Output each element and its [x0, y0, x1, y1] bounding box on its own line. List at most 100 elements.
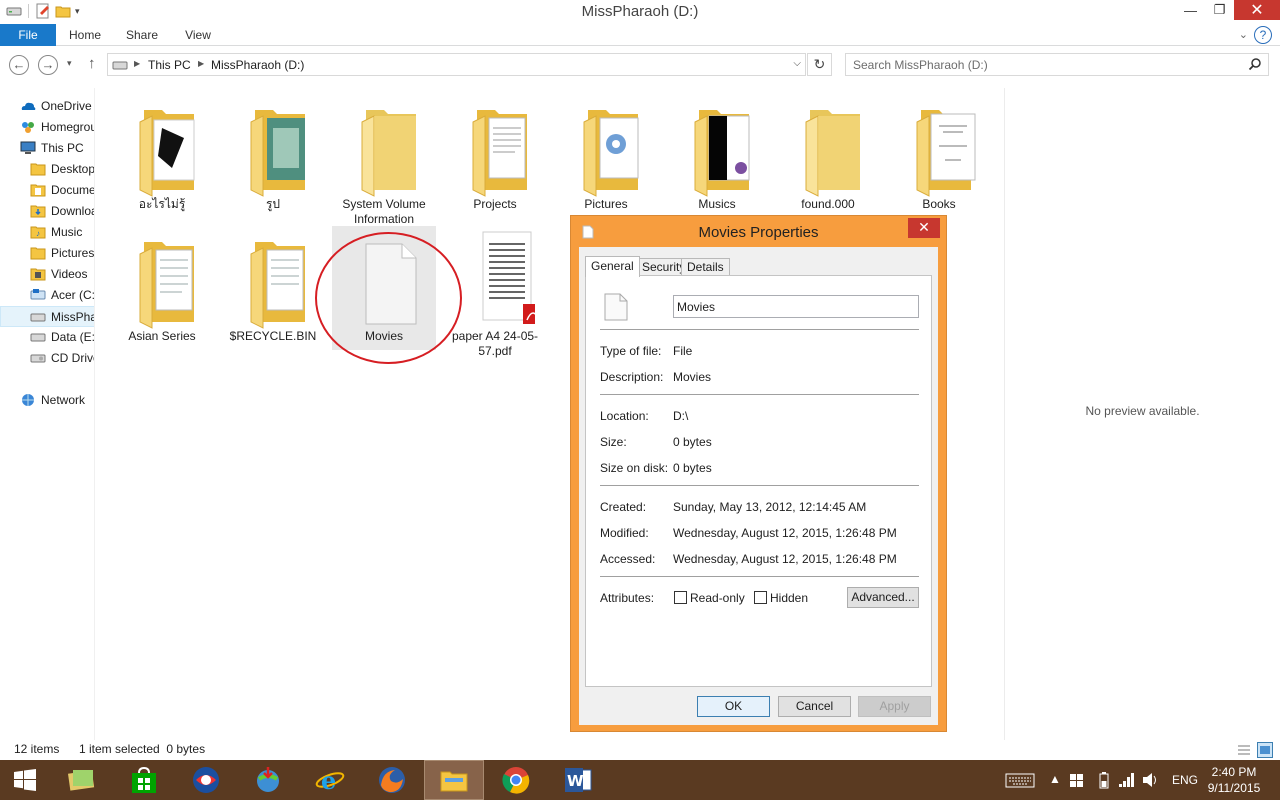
file-name-field[interactable]: [673, 295, 919, 318]
nav-item-label: Downloads: [51, 204, 94, 218]
apply-button[interactable]: Apply: [858, 696, 931, 717]
pdf-file-icon: [482, 231, 535, 324]
maximize-button[interactable]: ❐: [1205, 0, 1234, 20]
taskbar-chrome[interactable]: [486, 760, 546, 800]
breadcrumb-current-drive[interactable]: MissPharaoh (D:): [211, 58, 304, 72]
minimize-button[interactable]: —: [1176, 0, 1205, 20]
forward-button[interactable]: →: [38, 55, 58, 75]
advanced-button[interactable]: Advanced...: [847, 587, 919, 608]
up-arrow-icon[interactable]: ↑: [88, 55, 96, 72]
tab-view[interactable]: View: [176, 24, 220, 46]
file-label: System Volume Information: [342, 197, 426, 226]
hidden-checkbox[interactable]: [754, 591, 767, 604]
taskbar-desktop-app[interactable]: [52, 760, 112, 800]
read-only-checkbox[interactable]: [674, 591, 687, 604]
folder-item[interactable]: Asian Series: [110, 226, 214, 350]
address-history-icon[interactable]: ⌵: [793, 58, 801, 69]
svg-text:e: e: [321, 766, 336, 795]
battery-icon[interactable]: [1098, 772, 1110, 789]
nav-item-misspharaoh-d[interactable]: MissPharaoh (D:): [0, 306, 94, 327]
taskbar-app-swirl[interactable]: [176, 760, 236, 800]
help-icon[interactable]: ?: [1254, 26, 1272, 44]
taskbar-file-explorer[interactable]: [424, 760, 484, 800]
folder-item[interactable]: Musics: [665, 94, 769, 218]
selection-info: 1 item selected 0 bytes: [79, 742, 206, 756]
nav-item-documents[interactable]: Documents: [0, 180, 95, 201]
nav-item-homegroup[interactable]: Homegroup: [0, 117, 94, 138]
title-bar: ▾ MissPharaoh (D:) — ❐ ✕: [0, 0, 1280, 24]
touch-keyboard-icon[interactable]: [1005, 773, 1035, 788]
action-center-flag-icon[interactable]: [1069, 773, 1084, 788]
folder-item[interactable]: อะไรไม่รู้: [110, 94, 214, 218]
tab-general[interactable]: General: [585, 256, 640, 277]
breadcrumb-this-pc[interactable]: This PC: [148, 58, 191, 72]
large-icons-view-icon[interactable]: [1257, 742, 1273, 758]
clock[interactable]: 2:40 PM 9/11/2015: [1204, 764, 1264, 796]
signal-strength-icon[interactable]: [1118, 772, 1136, 788]
dialog-body: General Security Details Type of file: F…: [579, 247, 938, 725]
back-button[interactable]: ←: [9, 55, 29, 75]
nav-item-label: Homegroup: [41, 120, 94, 134]
svg-text:♪: ♪: [36, 229, 40, 238]
nav-item-label: Pictures: [51, 246, 95, 260]
nav-item-label: Videos: [51, 267, 88, 281]
recent-locations-icon[interactable]: ▾: [67, 58, 72, 69]
divider: [600, 394, 919, 395]
cd-drive-icon: [30, 354, 46, 363]
taskbar-firefox[interactable]: [362, 760, 422, 800]
nav-item-acer-c[interactable]: Acer (C:): [0, 285, 94, 306]
file-label: found.000: [801, 197, 855, 211]
speaker-icon[interactable]: [1142, 772, 1160, 788]
created-label: Created:: [600, 500, 647, 514]
close-button[interactable]: ✕: [1234, 0, 1280, 20]
nav-item-onedrive[interactable]: OneDrive: [0, 96, 94, 117]
nav-item-this-pc[interactable]: This PC: [0, 138, 94, 159]
clock-time: 2:40 PM: [1211, 765, 1257, 779]
hidden-label[interactable]: Hidden: [770, 591, 808, 605]
nav-item-label: Data (E:): [51, 330, 95, 344]
video-folder-icon: [30, 268, 46, 281]
read-only-label[interactable]: Read-only: [690, 591, 745, 605]
general-tab-panel: Type of file: File Description: Movies L…: [585, 275, 932, 687]
taskbar-store[interactable]: [114, 760, 174, 800]
folder-item[interactable]: found.000: [776, 94, 880, 218]
taskbar-word[interactable]: W: [548, 760, 608, 800]
nav-item-videos[interactable]: Videos: [0, 264, 94, 285]
nav-item-data-e[interactable]: Data (E:): [0, 327, 95, 348]
breadcrumb-separator-icon: ▶: [134, 59, 141, 68]
folder-icon: [139, 242, 194, 329]
search-input[interactable]: Search MissPharaoh (D:): [845, 53, 1269, 76]
folder-item[interactable]: รูป: [221, 94, 325, 218]
tab-home[interactable]: Home: [62, 24, 108, 46]
nav-item-downloads[interactable]: Downloads: [0, 201, 94, 222]
folder-item[interactable]: $RECYCLE.BIN: [221, 226, 325, 350]
dialog-close-button[interactable]: ✕: [908, 218, 940, 238]
nav-item-cd-drive[interactable]: CD Drive: [0, 348, 94, 369]
folder-icon: [30, 184, 46, 197]
nav-item-music[interactable]: ♪ Music: [0, 222, 94, 243]
folder-item[interactable]: Pictures: [554, 94, 658, 218]
folder-item[interactable]: Projects: [443, 94, 547, 218]
details-view-icon[interactable]: [1236, 742, 1252, 758]
tab-details[interactable]: Details: [681, 258, 730, 276]
homegroup-icon: [22, 122, 34, 133]
nav-item-desktop[interactable]: Desktop: [0, 159, 94, 180]
nav-item-pictures[interactable]: Pictures: [0, 243, 95, 264]
nav-item-network[interactable]: Network: [0, 390, 94, 411]
taskbar-download-manager[interactable]: [238, 760, 298, 800]
cancel-button[interactable]: Cancel: [778, 696, 851, 717]
tab-share[interactable]: Share: [118, 24, 166, 46]
tab-file[interactable]: File: [0, 24, 56, 46]
show-hidden-icons-icon[interactable]: ▲: [1049, 772, 1061, 800]
folder-item[interactable]: Books: [887, 94, 991, 218]
svg-text:W: W: [567, 772, 584, 790]
folder-item[interactable]: System Volume Information: [332, 94, 436, 226]
taskbar-internet-explorer[interactable]: e: [300, 760, 360, 800]
start-button[interactable]: [0, 760, 50, 800]
input-language[interactable]: ENG: [1172, 773, 1198, 800]
refresh-button[interactable]: ↻: [807, 53, 832, 76]
ok-button[interactable]: OK: [697, 696, 770, 717]
chevron-down-icon[interactable]: ⌄: [1239, 28, 1248, 41]
nav-item-label: Documents: [51, 183, 95, 197]
address-bar[interactable]: ▶ This PC ▶ MissPharaoh (D:) ⌵: [107, 53, 806, 76]
